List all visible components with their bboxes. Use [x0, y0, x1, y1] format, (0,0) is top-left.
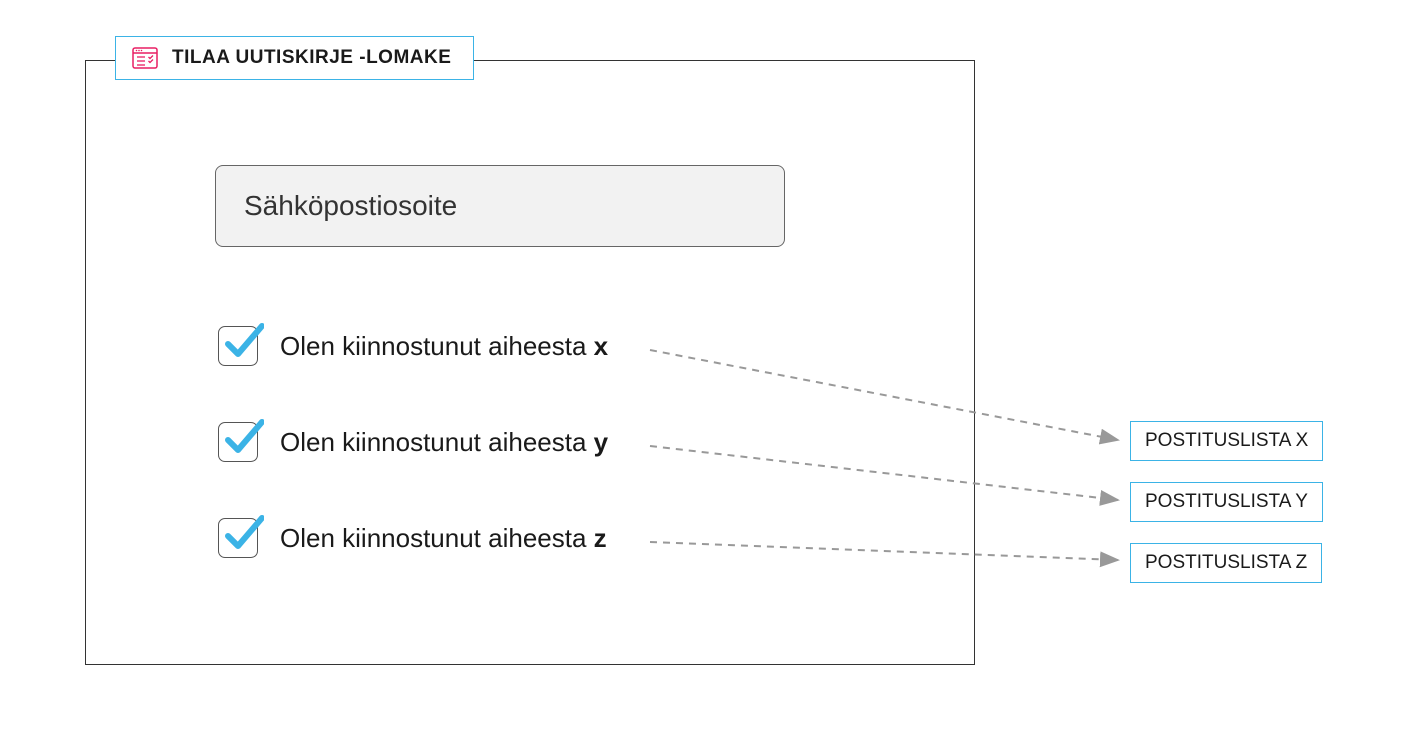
- checkbox-row-z: Olen kiinnostunut aiheesta z: [218, 518, 607, 558]
- checkmark-icon: [222, 416, 264, 458]
- mailing-list-y: POSTITUSLISTA Y: [1130, 482, 1323, 522]
- form-title-tab: TILAA UUTISKIRJE -LOMAKE: [115, 36, 474, 80]
- form-icon: [132, 47, 158, 69]
- checkbox-x[interactable]: [218, 326, 258, 366]
- form-title: TILAA UUTISKIRJE -LOMAKE: [172, 47, 451, 69]
- checkbox-y[interactable]: [218, 422, 258, 462]
- checkbox-label-x: Olen kiinnostunut aiheesta x: [280, 331, 608, 362]
- checkbox-row-x: Olen kiinnostunut aiheesta x: [218, 326, 608, 366]
- checkmark-icon: [222, 320, 264, 362]
- checkbox-z[interactable]: [218, 518, 258, 558]
- checkmark-icon: [222, 512, 264, 554]
- checkbox-row-y: Olen kiinnostunut aiheesta y: [218, 422, 608, 462]
- mailing-list-z: POSTITUSLISTA Z: [1130, 543, 1322, 583]
- email-input[interactable]: [215, 165, 785, 247]
- mailing-list-x: POSTITUSLISTA X: [1130, 421, 1323, 461]
- checkbox-label-z: Olen kiinnostunut aiheesta z: [280, 523, 607, 554]
- checkbox-label-y: Olen kiinnostunut aiheesta y: [280, 427, 608, 458]
